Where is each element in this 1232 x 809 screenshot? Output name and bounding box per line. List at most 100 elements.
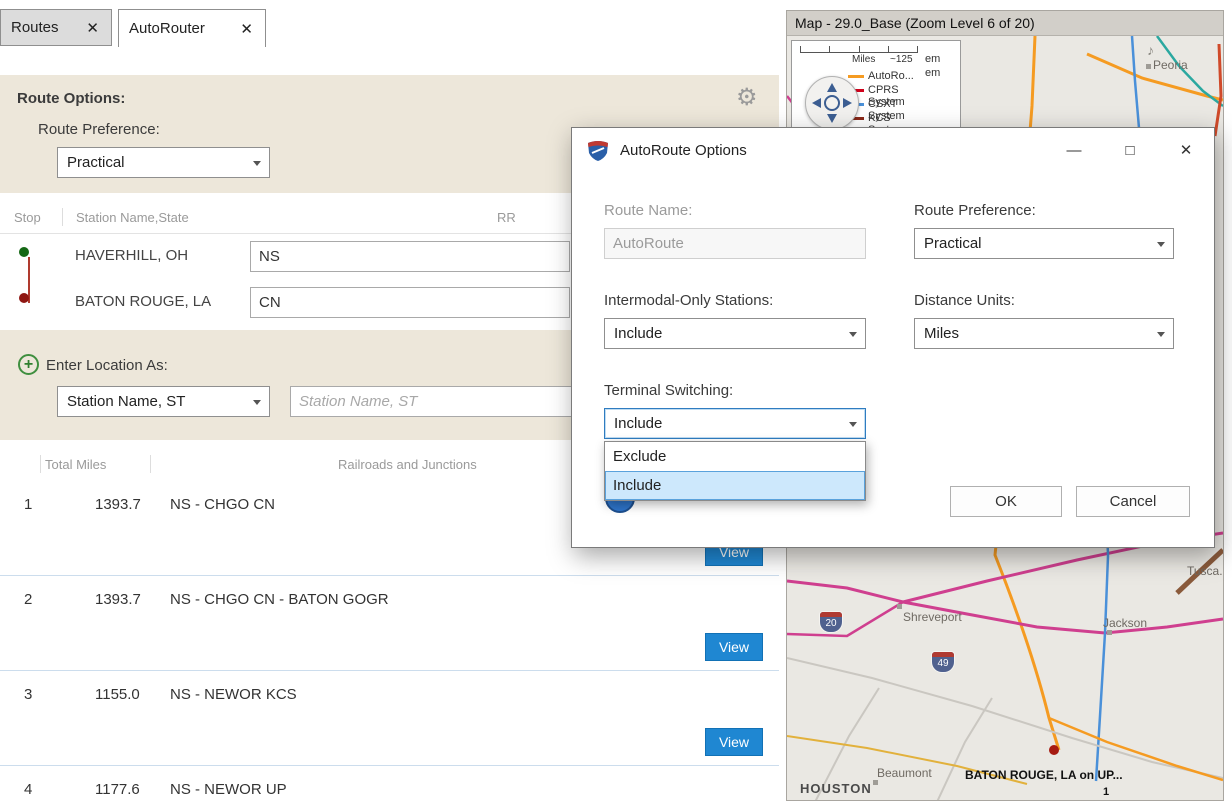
distance-units-value: Miles	[924, 325, 959, 342]
route-name-input	[604, 228, 866, 259]
route-number: 2	[24, 591, 32, 608]
map-pan-control[interactable]	[805, 76, 859, 130]
chevron-down-icon	[253, 161, 261, 166]
close-icon[interactable]: ✕	[238, 20, 255, 38]
station-column-header: Station Name,State	[76, 210, 189, 225]
tab-routes[interactable]: Routes ✕	[0, 9, 112, 46]
route-preference-dropdown[interactable]: Practical	[57, 147, 270, 178]
dialog-title: AutoRoute Options	[620, 142, 747, 159]
tab-routes-label: Routes	[11, 19, 78, 36]
chevron-down-icon	[849, 422, 857, 427]
option-exclude[interactable]: Exclude	[605, 442, 865, 471]
origin-stop-icon	[19, 247, 29, 257]
stop-column-header: Stop	[14, 210, 41, 225]
city-label-baton-rouge: BATON ROUGE, LA on UP...	[965, 768, 1123, 782]
column-divider	[62, 208, 63, 226]
tab-autorouter-label: AutoRouter	[129, 20, 232, 37]
close-icon[interactable]: ✕	[84, 19, 101, 37]
intermodal-label: Intermodal-Only Stations:	[604, 292, 773, 309]
city-label-beaumont: Beaumont	[877, 766, 932, 780]
origin-station: HAVERHILL, OH	[75, 247, 188, 264]
terminal-switching-dropdown[interactable]: Include	[604, 408, 866, 439]
route-number: 1	[24, 496, 32, 513]
route-number: 3	[24, 686, 32, 703]
column-divider	[150, 455, 151, 473]
legend-item-label: AutoRo...	[868, 70, 914, 82]
minimize-button[interactable]: —	[1046, 128, 1102, 172]
destination-station: BATON ROUGE, LA	[75, 293, 211, 310]
route-preference-value: Practical	[67, 154, 125, 171]
map-title: Map - 29.0_Base (Zoom Level 6 of 20)	[787, 11, 1223, 36]
city-dot	[873, 780, 878, 785]
location-type-value: Station Name, ST	[67, 393, 185, 410]
station-name-input[interactable]	[290, 386, 572, 417]
city-dot	[1146, 64, 1151, 69]
view-button[interactable]: View	[705, 728, 763, 756]
route-railroads: NS - NEWOR KCS	[170, 686, 297, 703]
result-row: 3 1155.0 NS - NEWOR KCS View	[0, 671, 779, 766]
pan-arrows-icon	[806, 77, 858, 129]
result-row: 4 1177.6 NS - NEWOR UP	[0, 766, 779, 809]
dialog-route-preference-label: Route Preference:	[914, 202, 1036, 219]
route-miles: 1177.6	[95, 781, 140, 798]
railroads-header: Railroads and Junctions	[338, 457, 477, 472]
destination-marker-icon	[1049, 745, 1059, 755]
origin-rr-input[interactable]	[250, 241, 570, 272]
window-controls: — □ ✕	[1046, 128, 1214, 172]
route-miles: 1393.7	[95, 591, 141, 608]
tab-autorouter[interactable]: AutoRouter ✕	[118, 9, 266, 47]
route-options-title: Route Options:	[17, 90, 125, 107]
column-divider	[40, 455, 41, 473]
close-button[interactable]: ✕	[1158, 128, 1214, 172]
dialog-route-preference-dropdown[interactable]: Practical	[914, 228, 1174, 259]
scale-ruler	[800, 47, 918, 53]
add-stop-icon[interactable]: +	[18, 354, 39, 375]
total-miles-header: Total Miles	[45, 457, 106, 472]
ok-button[interactable]: OK	[950, 486, 1062, 517]
distance-units-dropdown[interactable]: Miles	[914, 318, 1174, 349]
terminal-switching-label: Terminal Switching:	[604, 382, 733, 399]
poi-note-icon: ♪	[1147, 42, 1154, 58]
legend-clipped-text: em	[925, 53, 940, 65]
distance-units-label: Distance Units:	[914, 292, 1015, 309]
interstate-shield-49: 49	[932, 652, 954, 672]
chevron-down-icon	[1157, 332, 1165, 337]
route-miles: 1393.7	[95, 496, 141, 513]
scale-value-label: ~125	[890, 54, 913, 65]
city-label-jackson: Jackson	[1103, 616, 1147, 630]
result-row: 2 1393.7 NS - CHGO CN - BATON GOGR View	[0, 576, 779, 671]
city-label-tuscaloosa: Tusca...	[1187, 564, 1223, 578]
interstate-shield-20: 20	[820, 612, 842, 632]
intermodal-dropdown[interactable]: Include	[604, 318, 866, 349]
route-miles: 1155.0	[95, 686, 140, 703]
route-railroads: NS - CHGO CN	[170, 496, 275, 513]
route-railroads: NS - NEWOR UP	[170, 781, 287, 798]
legend-clipped-text: em	[925, 67, 940, 79]
rr-column-header: RR	[497, 210, 516, 225]
view-button[interactable]: View	[705, 633, 763, 661]
autoroute-options-dialog: AutoRoute Options — □ ✕ Route Name: Rout…	[571, 127, 1215, 548]
dialog-route-preference-value: Practical	[924, 235, 982, 252]
route-number: 4	[24, 781, 32, 798]
route-preference-label: Route Preference:	[38, 121, 160, 138]
terminal-switching-value: Include	[614, 415, 662, 432]
route-railroads: NS - CHGO CN - BATON GOGR	[170, 591, 389, 608]
city-dot	[1107, 630, 1112, 635]
location-type-dropdown[interactable]: Station Name, ST	[57, 386, 270, 417]
city-dot	[897, 604, 902, 609]
destination-stop-icon	[19, 293, 29, 303]
gear-icon[interactable]: ⚙	[736, 83, 758, 112]
destination-rr-input[interactable]	[250, 287, 570, 318]
terminal-switching-options-list: Exclude Include	[604, 441, 866, 501]
city-label-peoria: Peoria	[1153, 58, 1188, 72]
cancel-button[interactable]: Cancel	[1076, 486, 1190, 517]
route-name-label: Route Name:	[604, 202, 692, 219]
scale-units-label: Miles	[852, 54, 875, 65]
chevron-down-icon	[1157, 242, 1165, 247]
maximize-button[interactable]: □	[1102, 128, 1158, 172]
map-page-number: 1	[1103, 786, 1109, 798]
enter-location-label: Enter Location As:	[46, 357, 168, 374]
option-include[interactable]: Include	[605, 471, 865, 500]
intermodal-value: Include	[614, 325, 662, 342]
city-label-shreveport: Shreveport	[903, 610, 962, 624]
